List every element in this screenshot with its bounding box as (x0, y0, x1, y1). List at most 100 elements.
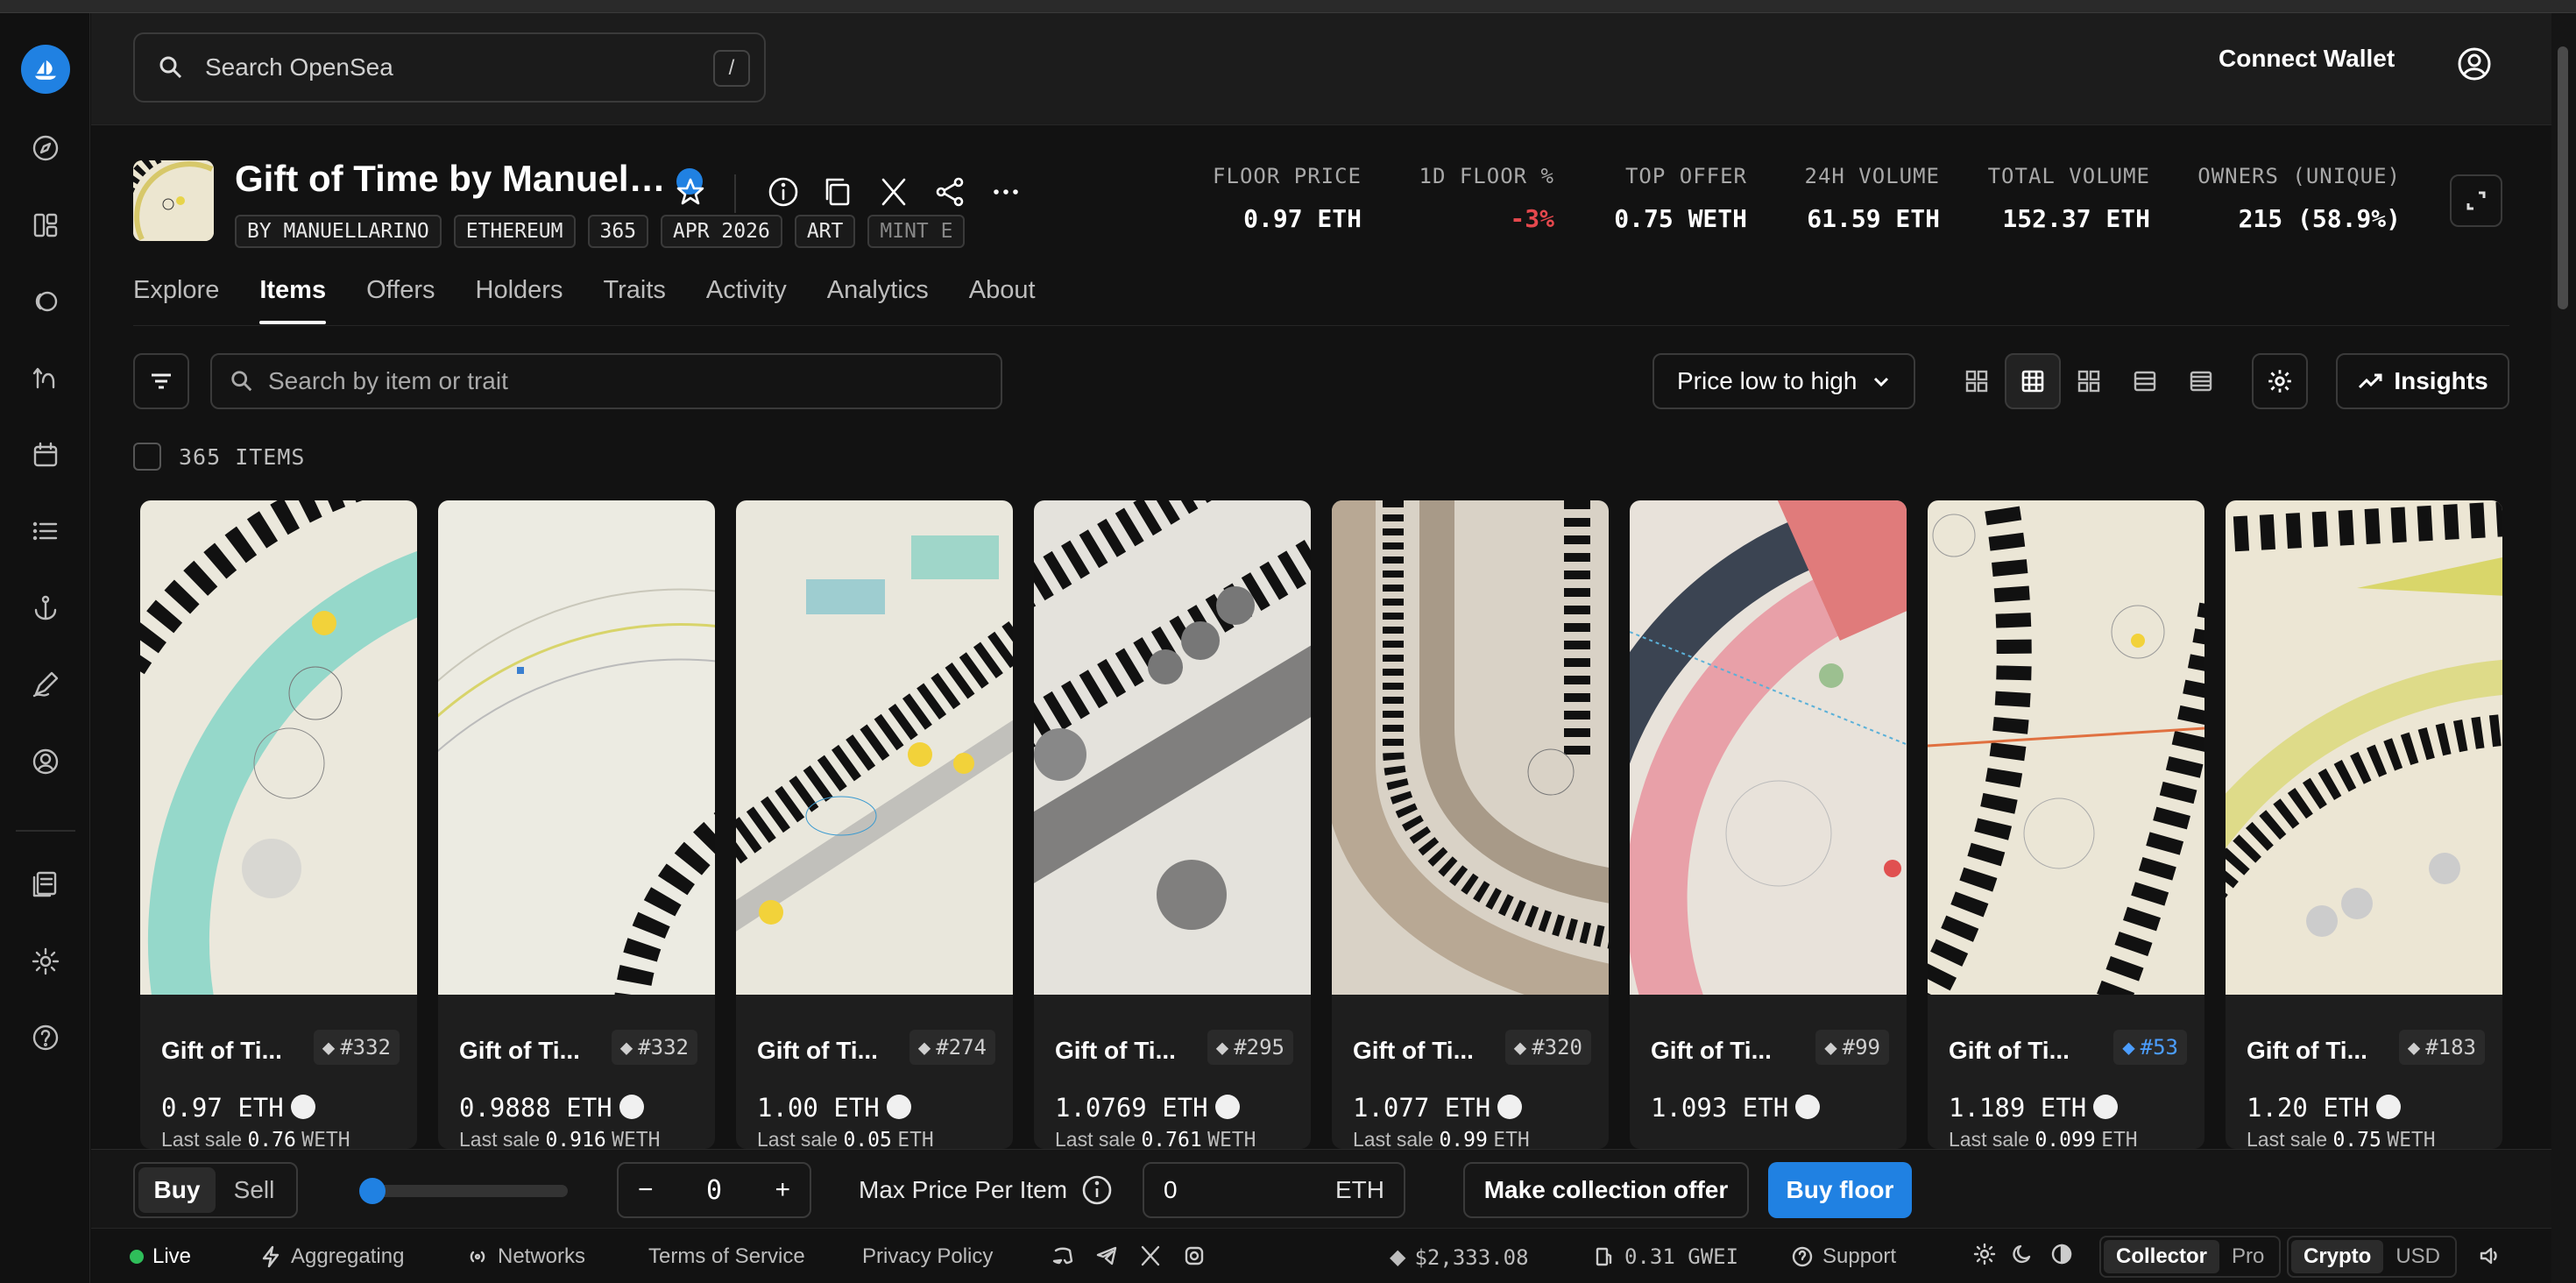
privacy-link[interactable]: Privacy Policy (862, 1244, 993, 1269)
contrast-icon[interactable] (2050, 1243, 2073, 1265)
select-all-checkbox[interactable] (133, 443, 161, 471)
networks-link[interactable]: Networks (466, 1244, 585, 1269)
item-card[interactable]: Gift of Ti... ◆ #99 1.093 ETH (1630, 500, 1907, 1149)
tab-offers[interactable]: Offers (366, 276, 435, 323)
max-price-input[interactable]: 0 ETH (1143, 1162, 1405, 1218)
slider-handle[interactable] (359, 1178, 386, 1204)
info-icon[interactable] (766, 174, 801, 209)
swap-icon[interactable] (29, 361, 62, 394)
currency-toggle: Crypto USD (2287, 1236, 2458, 1278)
support-link[interactable]: Support (1791, 1244, 1896, 1269)
make-collection-offer-button[interactable]: Make collection offer (1463, 1162, 1749, 1218)
buy-floor-button[interactable]: Buy floor (1768, 1162, 1912, 1218)
telegram-icon[interactable] (1095, 1244, 1118, 1267)
item-id-badge: ◆ #99 (1815, 1030, 1889, 1065)
page-scrollbar[interactable] (2551, 13, 2576, 1283)
tab-holders[interactable]: Holders (476, 276, 563, 323)
crypto-currency[interactable]: Crypto (2291, 1240, 2384, 1273)
collections-icon[interactable] (29, 285, 62, 318)
create-icon[interactable] (29, 668, 62, 701)
copy-icon[interactable] (820, 174, 855, 209)
connect-wallet-button[interactable]: Connect Wallet (2219, 45, 2395, 73)
item-card[interactable]: Gift of Ti... ◆ #332 0.97 ETH Last sale … (140, 500, 417, 1149)
account-icon[interactable] (2455, 45, 2494, 83)
info-icon[interactable] (1079, 1173, 1115, 1208)
plus-icon[interactable]: + (775, 1175, 790, 1205)
view-grid-large-button[interactable] (2061, 353, 2117, 409)
sell-toggle[interactable]: Sell (216, 1167, 293, 1213)
more-icon[interactable] (988, 174, 1023, 209)
buy-toggle[interactable]: Buy (138, 1167, 216, 1213)
stat-24h-volume: 24H VOLUME 61.59 ETH (1747, 164, 1941, 233)
aggregating-link[interactable]: Aggregating (259, 1244, 404, 1269)
supply-tag[interactable]: 365 (587, 215, 649, 248)
dashboard-icon[interactable] (29, 209, 62, 242)
chain-tag[interactable]: ETHEREUM (453, 215, 576, 248)
anchor-icon[interactable] (29, 592, 62, 625)
sound-toggle[interactable] (2478, 1244, 2501, 1267)
scrollbar-thumb[interactable] (2558, 46, 2568, 309)
item-card[interactable]: Gift of Ti... ◆ #295 1.0769 ETH Last sal… (1034, 500, 1311, 1149)
collector-mode[interactable]: Collector (2104, 1240, 2220, 1273)
tab-about[interactable]: About (969, 276, 1036, 323)
view-list-button[interactable] (2117, 353, 2173, 409)
item-artwork (736, 500, 1013, 995)
creator-tag[interactable]: BY MANUELLARINO (235, 215, 442, 248)
help-icon[interactable] (29, 1021, 62, 1054)
sort-dropdown[interactable]: Price low to high (1652, 353, 1915, 409)
list-icon[interactable] (29, 514, 62, 548)
docs-icon[interactable] (29, 868, 62, 901)
sun-icon[interactable] (1973, 1243, 1996, 1265)
category-tag[interactable]: ART (794, 215, 856, 248)
opensea-icon (1497, 1095, 1523, 1119)
date-tag[interactable]: APR 2026 (661, 215, 782, 248)
insights-button[interactable]: Insights (2336, 353, 2509, 409)
item-card[interactable]: Gift of Ti... ◆ #274 1.00 ETH Last sale … (736, 500, 1013, 1149)
item-id: #53 (2140, 1035, 2178, 1060)
view-grid-medium-button[interactable] (2005, 353, 2061, 409)
global-search-input[interactable]: Search OpenSea / (133, 32, 766, 103)
tab-activity[interactable]: Activity (706, 276, 787, 323)
moon-icon[interactable] (2012, 1243, 2035, 1265)
item-card[interactable]: Gift of Ti... ◆ #183 1.20 ETH Last sale … (2226, 500, 2502, 1149)
usd-currency[interactable]: USD (2383, 1240, 2452, 1273)
item-id: #99 (1842, 1035, 1880, 1060)
item-price: 1.20 ETH (2247, 1093, 2401, 1123)
item-card[interactable]: Gift of Ti... ◆ #332 0.9888 ETH Last sal… (438, 500, 715, 1149)
tab-items[interactable]: Items (259, 276, 326, 324)
profile-icon[interactable] (29, 745, 62, 778)
tab-analytics[interactable]: Analytics (827, 276, 929, 323)
view-table-button[interactable] (2173, 353, 2229, 409)
last-sale-value: 0.099 (2035, 1129, 2096, 1149)
sweep-slider[interactable] (359, 1178, 568, 1204)
calendar-icon[interactable] (29, 438, 62, 471)
last-sale-unit: WETH (1207, 1129, 1256, 1149)
expand-button[interactable] (2450, 174, 2502, 227)
settings-icon[interactable] (29, 945, 62, 978)
item-card[interactable]: Gift of Ti... ◆ #53 1.189 ETH Last sale … (1928, 500, 2204, 1149)
tab-explore[interactable]: Explore (133, 276, 219, 323)
view-grid-small-button[interactable] (1949, 353, 2005, 409)
grid-small-icon (1965, 370, 1988, 393)
x-twitter-icon[interactable] (1139, 1244, 1162, 1267)
live-label: Live (152, 1244, 192, 1268)
discord-icon[interactable] (1051, 1244, 1074, 1267)
grid-settings-button[interactable] (2252, 353, 2308, 409)
opensea-logo[interactable] (21, 45, 70, 94)
minus-icon[interactable]: − (638, 1175, 654, 1205)
view-mode-switcher (1949, 353, 2229, 409)
share-icon[interactable] (932, 174, 967, 209)
item-card[interactable]: Gift of Ti... ◆ #320 1.077 ETH Last sale… (1332, 500, 1609, 1149)
mint-tag[interactable]: MINT E (867, 215, 966, 248)
price-unit: ETH (833, 1093, 880, 1123)
terms-link[interactable]: Terms of Service (648, 1244, 805, 1269)
instagram-icon[interactable] (1183, 1244, 1206, 1267)
star-icon[interactable] (673, 174, 708, 209)
quantity-value[interactable]: 0 (706, 1175, 722, 1206)
compass-icon[interactable] (29, 131, 62, 165)
tab-traits[interactable]: Traits (603, 276, 665, 323)
item-search-input[interactable]: Search by item or trait (210, 353, 1002, 409)
filter-button[interactable] (133, 353, 189, 409)
pro-mode[interactable]: Pro (2219, 1240, 2276, 1273)
x-twitter-icon[interactable] (876, 174, 911, 209)
